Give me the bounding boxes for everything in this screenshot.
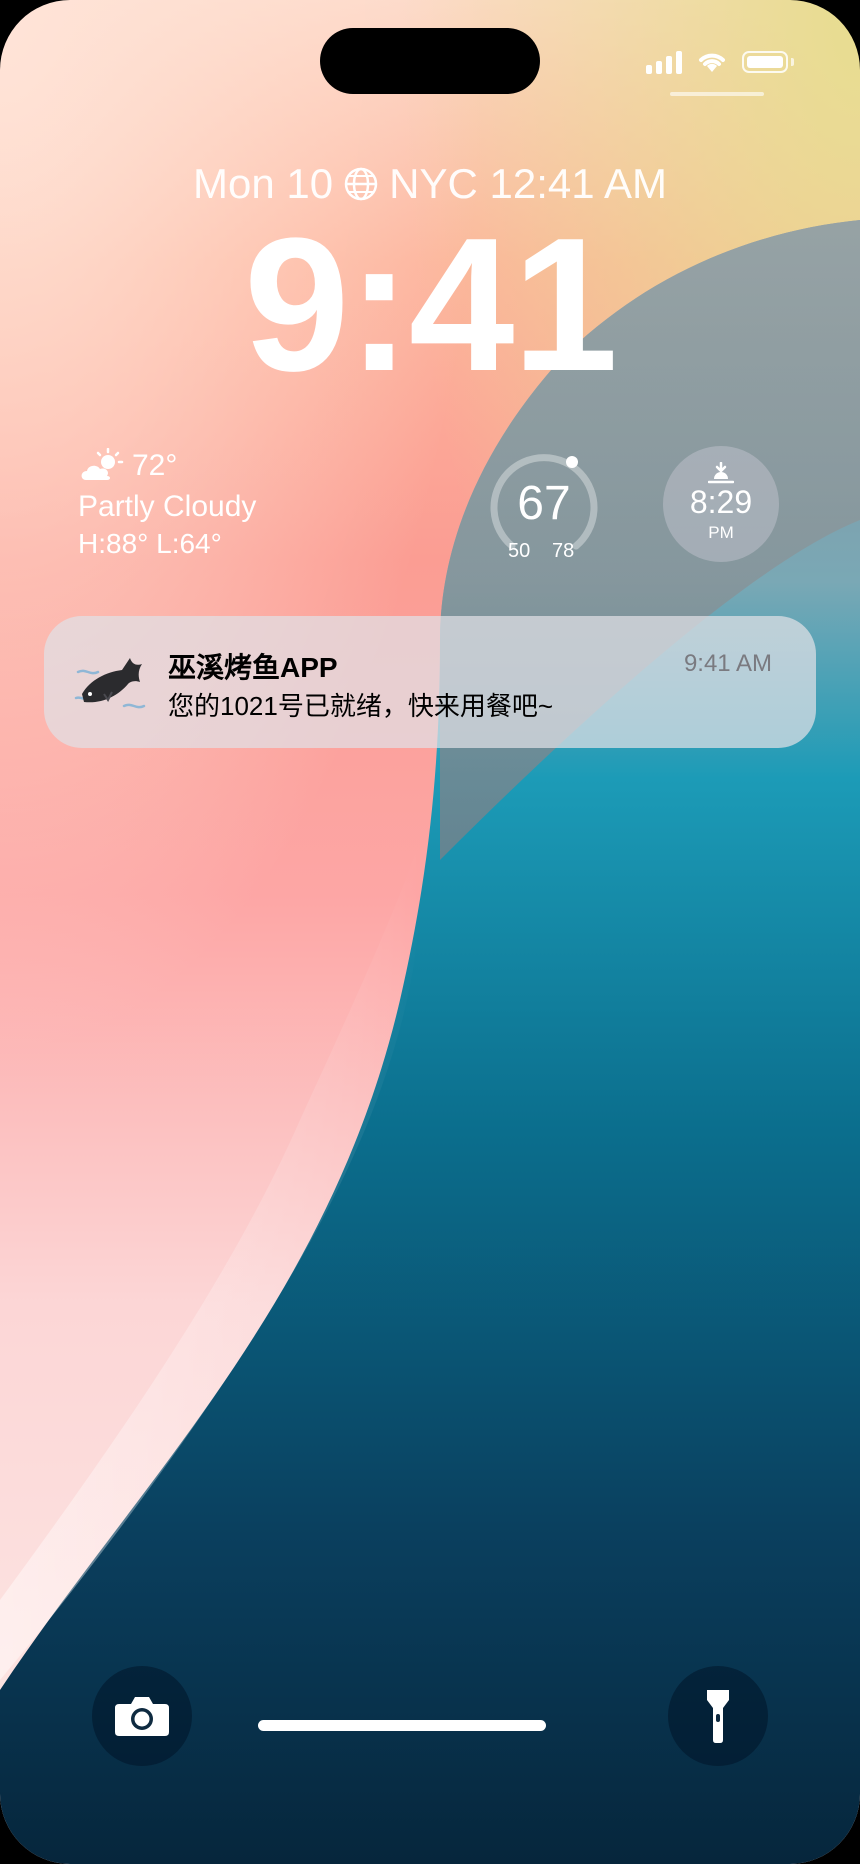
wifi-icon xyxy=(699,53,725,72)
gauge-value: 67 xyxy=(517,477,571,530)
sunset-widget[interactable]: 8:29 PM xyxy=(663,446,779,562)
weather-high-low: H:88° L:64° xyxy=(78,528,222,559)
status-line xyxy=(670,92,764,96)
lock-screen: Mon 10 NYC 12:41 AM 9:41 72° Partly Clou… xyxy=(0,0,860,1864)
cellular-signal-icon xyxy=(646,50,682,74)
weather-temp: 72° xyxy=(132,449,178,482)
status-bar xyxy=(646,50,794,74)
partly-cloudy-icon xyxy=(81,448,124,480)
weather-condition: Partly Cloudy xyxy=(78,490,257,523)
gauge-low: 50 xyxy=(508,540,531,562)
notification-message: 您的1021号已就绪，快来用餐吧~ xyxy=(168,691,554,721)
globe-icon xyxy=(344,167,378,201)
sunset-time: 8:29 xyxy=(689,484,753,520)
flashlight-icon xyxy=(707,1690,729,1743)
sunset-icon xyxy=(708,462,734,484)
battery-cap xyxy=(791,58,794,66)
home-indicator[interactable] xyxy=(258,1720,546,1731)
battery-icon xyxy=(742,51,788,73)
sunset-ampm: PM xyxy=(708,523,734,542)
notification-app-name: 巫溪烤鱼APP xyxy=(168,652,338,683)
notification-time: 9:41 AM xyxy=(683,650,772,677)
notification-card[interactable]: 巫溪烤鱼APP 您的1021号已就绪，快来用餐吧~ 9:41 AM xyxy=(44,616,816,748)
lock-clock[interactable]: 9:41 xyxy=(0,210,860,400)
weather-widget[interactable]: 72° Partly Cloudy H:88° L:64° xyxy=(78,448,256,560)
dynamic-island xyxy=(320,28,540,94)
flashlight-button[interactable] xyxy=(668,1666,768,1766)
camera-button[interactable] xyxy=(92,1666,192,1766)
fish-app-icon xyxy=(74,658,146,709)
camera-icon xyxy=(115,1697,169,1736)
gauge-indicator xyxy=(566,456,578,468)
gauge-high: 78 xyxy=(552,540,575,562)
